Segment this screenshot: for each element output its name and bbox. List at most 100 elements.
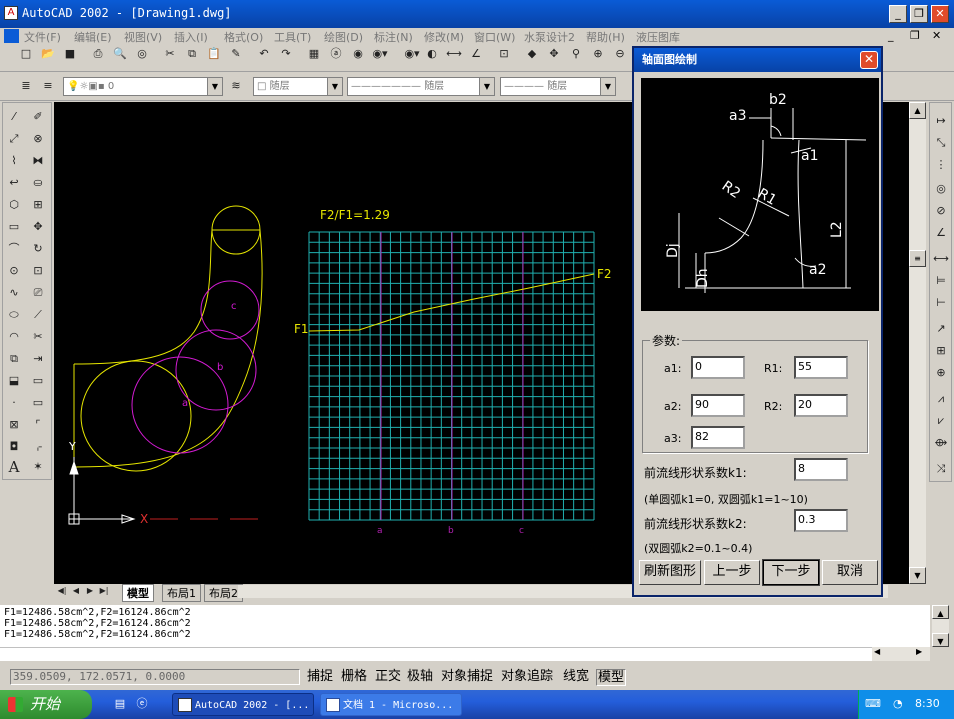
scroll-down-icon[interactable]: ▼	[909, 567, 926, 584]
linear-dim-icon[interactable]: ↦	[933, 113, 949, 129]
tab-next-icon[interactable]: ▶	[84, 584, 96, 598]
minimize-button[interactable]: _	[889, 5, 907, 23]
layer-manager-icon[interactable]: ≣	[18, 78, 34, 94]
dim-edit-icon[interactable]: ⩘	[933, 391, 949, 407]
redraw-icon[interactable]: ⊡	[496, 46, 512, 62]
prev-step-button[interactable]: 上一步	[704, 560, 760, 585]
preview-icon[interactable]: 🔍	[112, 46, 128, 62]
doc-close-icon[interactable]: ✕	[932, 29, 941, 42]
open-icon[interactable]: 📂	[40, 46, 56, 62]
next-step-button[interactable]: 下一步	[762, 559, 820, 586]
point-icon[interactable]: ·	[6, 395, 22, 411]
zoom-prev-icon[interactable]: ⊖	[612, 46, 628, 62]
command-window[interactable]: F1=12486.58cm^2,F2=16124.86cm^2 F1=12486…	[0, 605, 930, 647]
k2-field[interactable]: 0.3	[794, 509, 848, 532]
scroll-up-icon[interactable]: ▲	[909, 102, 926, 119]
hexagon-icon[interactable]: ⬡	[6, 197, 22, 213]
stretch-icon[interactable]: ⎚	[30, 285, 46, 301]
model-toggle[interactable]: 模型	[596, 669, 627, 686]
keyboard-icon[interactable]: ⌨	[865, 697, 881, 710]
break-icon[interactable]: ▭	[30, 373, 46, 389]
lineweight-select[interactable]: ———— 随层 ▼	[500, 77, 616, 96]
menu-modify[interactable]: 修改(M)	[424, 29, 464, 45]
autocad-app-icon[interactable]: A	[4, 6, 18, 20]
menu-draw[interactable]: 绘图(D)	[324, 29, 363, 45]
ellipse-icon[interactable]: ⬭	[6, 307, 22, 323]
coordinate-readout[interactable]: 359.0509, 172.0571, 0.0000	[10, 669, 300, 685]
layer-previous-icon[interactable]: ≡	[40, 78, 56, 94]
radius-dim-icon[interactable]: ◎	[933, 181, 949, 197]
construction-line-icon[interactable]: ⤢	[6, 131, 22, 147]
make-block-icon[interactable]: ⬓	[6, 373, 22, 389]
otrack-toggle[interactable]: 对象追踪	[500, 669, 554, 686]
grid-toggle[interactable]: 栅格	[340, 669, 368, 686]
tab-first-icon[interactable]: ◀|	[56, 584, 68, 598]
a3-field[interactable]: 82	[691, 426, 745, 449]
quick-dim-icon[interactable]: ⟷	[933, 251, 949, 267]
circle-icon[interactable]: ⊙	[6, 263, 22, 279]
layer-select[interactable]: 💡☼▣▪ 0 ▼	[63, 77, 223, 96]
diameter-dim-icon[interactable]: ⊘	[933, 203, 949, 219]
baseline-dim-icon[interactable]: ⊨	[933, 273, 949, 289]
line-icon[interactable]: ⁄	[6, 109, 22, 125]
menu-edit[interactable]: 编辑(E)	[74, 29, 112, 45]
publish-icon[interactable]: ◎	[134, 46, 150, 62]
redo-icon[interactable]: ↷	[278, 46, 294, 62]
spline-icon[interactable]: ∿	[6, 285, 22, 301]
task-autocad[interactable]: AutoCAD 2002 - [...	[172, 693, 314, 716]
move-icon[interactable]: ✥	[30, 219, 46, 235]
tab-layout1[interactable]: 布局1	[162, 584, 201, 602]
ordinate-dim-icon[interactable]: ⋮	[933, 157, 949, 173]
copy-icon[interactable]: ⧉	[184, 46, 200, 62]
menu-dimension[interactable]: 标注(N)	[374, 29, 413, 45]
scale-icon[interactable]: ⊡	[30, 263, 46, 279]
explode-icon[interactable]: ✶	[30, 459, 46, 475]
zoom-window-icon[interactable]: ⊕	[590, 46, 606, 62]
insert-block-icon[interactable]: ⧉	[6, 351, 22, 367]
k1-field[interactable]: 8	[794, 458, 848, 481]
copy-object-icon[interactable]: ⊗	[30, 131, 46, 147]
make-current-icon[interactable]: ≋	[228, 78, 244, 94]
tolerance-icon[interactable]: ⊞	[933, 343, 949, 359]
color-select[interactable]: □ 随层 ▼	[253, 77, 343, 96]
snap-dropdown[interactable]: ◉▾	[372, 46, 388, 62]
print-icon[interactable]: ⎙	[90, 46, 106, 62]
new-icon[interactable]: □	[18, 46, 34, 62]
ucs-icon[interactable]: ◐	[424, 46, 440, 62]
pan-realtime-icon[interactable]: ✥	[546, 46, 562, 62]
scroll-down-icon[interactable]: ▼	[932, 633, 949, 647]
menu-view[interactable]: 视图(V)	[124, 29, 162, 45]
polyline-icon[interactable]: ⌇	[6, 153, 22, 169]
lineweight-toggle[interactable]: 线宽	[562, 669, 590, 686]
scroll-thumb[interactable]: ≡	[909, 250, 926, 267]
restore-button[interactable]: ❐	[910, 5, 928, 23]
dim-update-icon[interactable]: ⟴	[933, 435, 949, 451]
document-icon[interactable]	[4, 29, 19, 43]
cancel-button[interactable]: 取消	[822, 560, 878, 585]
quicklaunch-desktop-icon[interactable]: ▤	[112, 696, 128, 712]
doc-minimize-icon[interactable]: _	[888, 29, 894, 42]
dialog-close-button[interactable]: ✕	[860, 51, 878, 69]
lengthen-icon[interactable]: ⟋	[30, 307, 46, 323]
refresh-button[interactable]: 刷新图形	[639, 560, 701, 585]
close-button[interactable]: ✕	[931, 5, 949, 23]
offset-icon[interactable]: ⛀	[30, 175, 46, 191]
ucs-angle-icon[interactable]: ∠	[468, 46, 484, 62]
scroll-left-icon[interactable]: ◀	[874, 647, 880, 656]
browser-icon[interactable]: ⓐ	[328, 46, 344, 62]
tracking-dropdown[interactable]: ◉▾	[404, 46, 420, 62]
tab-model[interactable]: 模型	[122, 584, 154, 602]
fillet-icon[interactable]: ⌌	[30, 439, 46, 455]
text-icon[interactable]: A	[6, 459, 22, 475]
polygon-icon[interactable]: ↩	[6, 175, 22, 191]
a1-field[interactable]: 0	[691, 356, 745, 379]
break-point-icon[interactable]: ▭	[30, 395, 46, 411]
menu-help[interactable]: 帮助(H)	[586, 29, 625, 45]
rotate-icon[interactable]: ↻	[30, 241, 46, 257]
chamfer-icon[interactable]: ⌜	[30, 417, 46, 433]
menu-tools[interactable]: 工具(T)	[274, 29, 311, 45]
menu-hydraulic-library[interactable]: 液压图库	[636, 29, 680, 45]
menu-pump-design[interactable]: 水泵设计2	[524, 29, 575, 45]
paste-icon[interactable]: 📋	[206, 46, 222, 62]
object-snap-icon[interactable]: ◉	[350, 46, 366, 62]
